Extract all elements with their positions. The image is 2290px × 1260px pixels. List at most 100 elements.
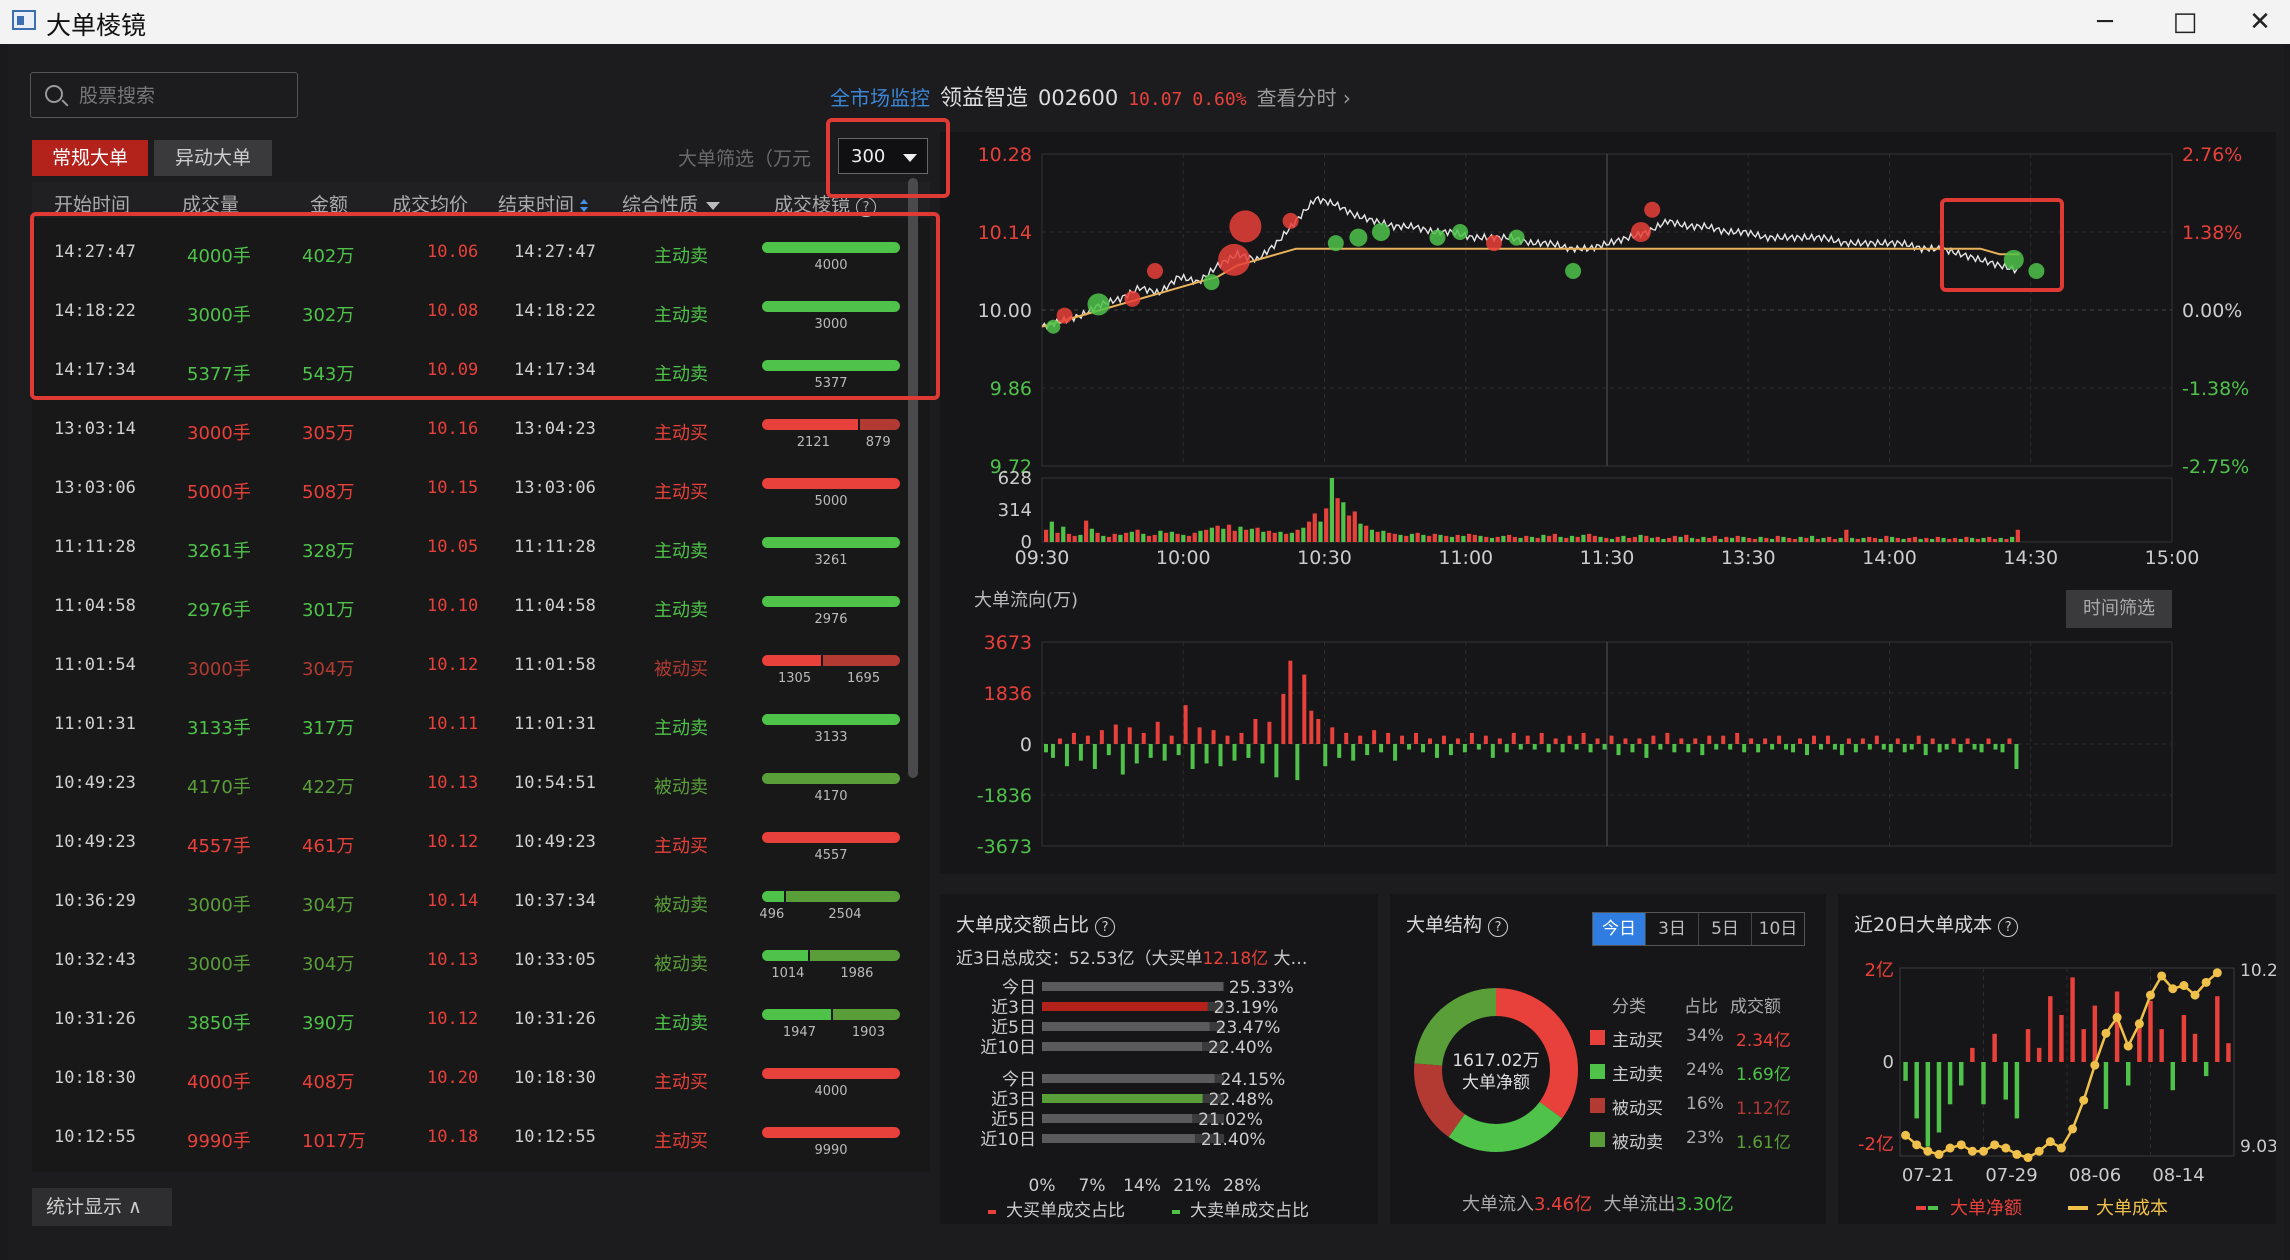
big-order-bubble[interactable]	[1644, 201, 1661, 218]
prism-label: 4170	[814, 789, 848, 804]
big-order-bubble[interactable]	[1508, 229, 1525, 246]
maximize-button[interactable]: □	[2145, 0, 2225, 44]
prism-label: 3133	[814, 730, 848, 745]
flow-bar	[1372, 730, 1377, 744]
flow-bar	[1414, 732, 1419, 744]
minimize-button[interactable]: ─	[2065, 0, 2145, 44]
cost-point	[2001, 1143, 2011, 1153]
net-bar	[1936, 1062, 1942, 1133]
volume-bar	[1055, 532, 1060, 542]
cost-point	[1979, 1146, 1988, 1156]
volume-bar	[1604, 537, 1609, 542]
flow-bar	[1763, 738, 1768, 744]
table-row[interactable]: 13:03:14 3000手 305万 10.16 13:04:23 主动买 2121 879	[32, 399, 930, 458]
flow-tick: -1836	[977, 785, 1032, 807]
flow-bar	[1700, 744, 1705, 756]
flow-bar	[1756, 744, 1761, 753]
ratio-bar	[1042, 1134, 1195, 1143]
donut-slice[interactable]	[1448, 1101, 1563, 1152]
prism-label: 2121	[796, 435, 830, 450]
ratio-value: 22.48%	[1209, 1090, 1274, 1110]
stats-display-button[interactable]: 统计显示 ∧	[32, 1188, 172, 1226]
table-row[interactable]: 10:49:23 4170手 422万 10.13 10:54:51 被动卖 4170	[32, 753, 930, 812]
close-button[interactable]: ✕	[2220, 0, 2290, 44]
table-row[interactable]: 10:32:43 3000手 304万 10.13 10:33:05 被动卖 1014 198…	[32, 930, 930, 989]
filter-icon[interactable]	[706, 201, 721, 210]
volume-bar	[1644, 535, 1649, 542]
big-order-bubble[interactable]	[1486, 235, 1502, 252]
table-row[interactable]: 10:36:29 3000手 304万 10.14 10:37:34 被动卖 496 2504	[32, 871, 930, 930]
highlight-rows	[30, 212, 940, 400]
tab-abnormal-orders[interactable]: 异动大单	[154, 140, 272, 176]
view-timeshare-link[interactable]: 查看分时 ›	[1257, 86, 1351, 110]
cell-nature: 主动买	[654, 482, 708, 503]
flow-bar	[2014, 744, 2019, 769]
flow-bar	[1309, 710, 1314, 744]
flow-bar	[1155, 721, 1160, 744]
sort-icon[interactable]	[580, 198, 589, 213]
volume-bar	[1375, 531, 1380, 542]
big-order-bubble[interactable]	[1282, 212, 1299, 229]
volume-bar	[1181, 534, 1186, 542]
big-order-bubble[interactable]	[1229, 210, 1262, 243]
cell-volume: 4000手	[187, 1072, 251, 1093]
flow-bar	[1832, 744, 1837, 750]
big-order-bubble[interactable]	[1147, 263, 1163, 279]
big-order-bubble[interactable]	[1630, 222, 1651, 242]
big-order-bubble[interactable]	[1087, 293, 1110, 316]
big-order-bubble[interactable]	[1124, 290, 1141, 307]
flow-bar	[1176, 744, 1181, 756]
flow-bar	[1483, 735, 1488, 744]
table-row[interactable]: 10:18:30 4000手 408万 10.20 10:18:30 主动买 4000	[32, 1048, 930, 1107]
net-bar	[2025, 1029, 2031, 1062]
flow-bar	[1909, 744, 1914, 750]
volume-bar	[1369, 529, 1375, 542]
flow-bar	[1434, 744, 1439, 758]
market-monitor-link[interactable]: 全市场监控	[830, 86, 930, 110]
cell-amount: 508万	[302, 482, 355, 503]
cost-point	[2168, 984, 2178, 994]
volume-bar	[1787, 537, 1792, 542]
big-order-bubble[interactable]	[1372, 223, 1390, 241]
volume-bar	[1581, 534, 1586, 542]
table-row[interactable]: 10:31:26 3850手 390万 10.12 10:31:26 主动卖 1947 190…	[32, 989, 930, 1048]
structure-item[interactable]: 主动买 34% 2.34亿	[1590, 1026, 1820, 1051]
structure-item[interactable]: 被动买 16% 1.12亿	[1590, 1094, 1820, 1119]
volume-bar	[1255, 527, 1260, 542]
cost-point	[1934, 1149, 1944, 1159]
big-order-bubble[interactable]	[1218, 243, 1251, 276]
table-row[interactable]: 10:49:23 4557手 461万 10.12 10:49:23 主动买 4557	[32, 812, 930, 871]
search-input[interactable]	[77, 81, 281, 111]
prism-segment	[762, 1127, 900, 1138]
table-row[interactable]: 11:01:54 3000手 304万 10.12 11:01:58 被动买 1305 169…	[32, 635, 930, 694]
table-row[interactable]: 10:12:55 9990手 1017万 10.18 10:12:55 主动买 9990	[32, 1107, 930, 1166]
volume-bar	[1667, 537, 1672, 542]
big-order-bubble[interactable]	[1046, 319, 1061, 334]
cell-avg-price: 10.12	[427, 655, 479, 675]
volume-bar	[1501, 535, 1506, 542]
table-row[interactable]: 11:01:31 3133手 317万 10.11 11:01:31 主动卖 3133	[32, 694, 930, 753]
cell-start-time: 13:03:06	[54, 478, 136, 498]
big-order-bubble[interactable]	[1203, 274, 1220, 291]
big-order-bubble[interactable]	[1327, 235, 1344, 252]
big-order-bubble[interactable]	[1452, 224, 1469, 240]
table-row[interactable]: 13:03:06 5000手 508万 10.15 13:03:06 主动买 5000	[32, 458, 930, 517]
volume-bar	[1066, 533, 1072, 542]
table-row[interactable]: 11:11:28 3261手 328万 10.05 11:11:28 主动卖 3261	[32, 517, 930, 576]
cell-nature: 主动卖	[654, 1013, 708, 1034]
stock-search[interactable]	[30, 72, 298, 118]
big-order-bubble[interactable]	[1056, 307, 1073, 324]
structure-item[interactable]: 被动卖 23% 1.61亿	[1590, 1128, 1820, 1153]
structure-item[interactable]: 主动卖 24% 1.69亿	[1590, 1060, 1820, 1085]
table-row[interactable]: 11:04:58 2976手 301万 10.10 11:04:58 主动卖 2976	[32, 576, 930, 635]
big-order-bubble[interactable]	[1349, 228, 1368, 247]
volume-bar	[1844, 529, 1849, 542]
time-filter-button[interactable]: 时间筛选	[2066, 590, 2172, 628]
prism-segment	[858, 419, 900, 430]
big-order-bubble[interactable]	[1565, 263, 1582, 279]
tab-regular-orders[interactable]: 常规大单	[32, 140, 148, 176]
volume-bar	[1569, 535, 1575, 542]
volume-bar	[1078, 534, 1083, 542]
prism-segment	[762, 419, 859, 430]
big-order-bubble[interactable]	[1429, 229, 1446, 246]
